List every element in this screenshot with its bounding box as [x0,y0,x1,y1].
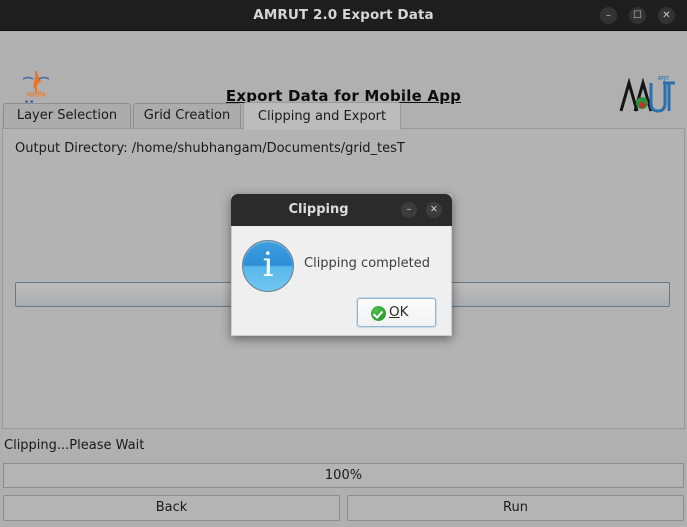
clipping-dialog: Clipping – ✕ i Clipping completed OK [231,194,452,336]
dialog-ok-label: OK [389,304,409,320]
dialog-minimize-button[interactable]: – [401,202,417,218]
info-icon-glyph: i [262,245,274,285]
dialog-titlebar: Clipping – ✕ [231,194,452,226]
info-icon: i [242,240,294,292]
ok-mnemonic: O [389,304,400,320]
tab-clipping-and-export[interactable]: Clipping and Export [243,102,401,130]
tab-bar: Layer Selection Grid Creation Clipping a… [0,102,687,130]
status-message: Clipping...Please Wait [4,438,145,453]
svg-text:अमृत: अमृत [657,75,669,82]
application-window: AMRUT 2.0 Export Data – ☐ ✕ भारतीय iirs … [0,0,687,527]
window-maximize-button[interactable]: ☐ [629,7,646,24]
window-minimize-button[interactable]: – [600,7,617,24]
tab-layer-selection[interactable]: Layer Selection [3,103,131,129]
app-header: भारतीय iirs Export Data for Mobile App अ… [0,31,687,116]
dialog-close-button[interactable]: ✕ [426,202,442,218]
dialog-message: Clipping completed [304,256,431,271]
run-button[interactable]: Run [347,495,684,521]
progress-bar: 100% [3,463,684,488]
check-circle-icon [371,306,386,321]
back-button[interactable]: Back [3,495,340,521]
dialog-ok-button[interactable]: OK [357,298,436,327]
progress-label: 100% [324,468,363,483]
minimize-icon: – [406,204,412,215]
dialog-title: Clipping [288,202,349,217]
minimize-icon: – [606,10,611,21]
dialog-body: i Clipping completed OK [231,226,452,336]
window-close-button[interactable]: ✕ [658,7,675,24]
close-icon: ✕ [662,10,671,21]
output-directory-label: Output Directory: /home/shubhangam/Docum… [15,141,405,156]
close-icon: ✕ [430,204,438,215]
window-titlebar: AMRUT 2.0 Export Data – ☐ ✕ [0,0,687,31]
tab-grid-creation[interactable]: Grid Creation [133,103,241,129]
window-title: AMRUT 2.0 Export Data [253,7,434,23]
maximize-icon: ☐ [633,10,642,21]
ok-label-rest: K [399,304,409,320]
